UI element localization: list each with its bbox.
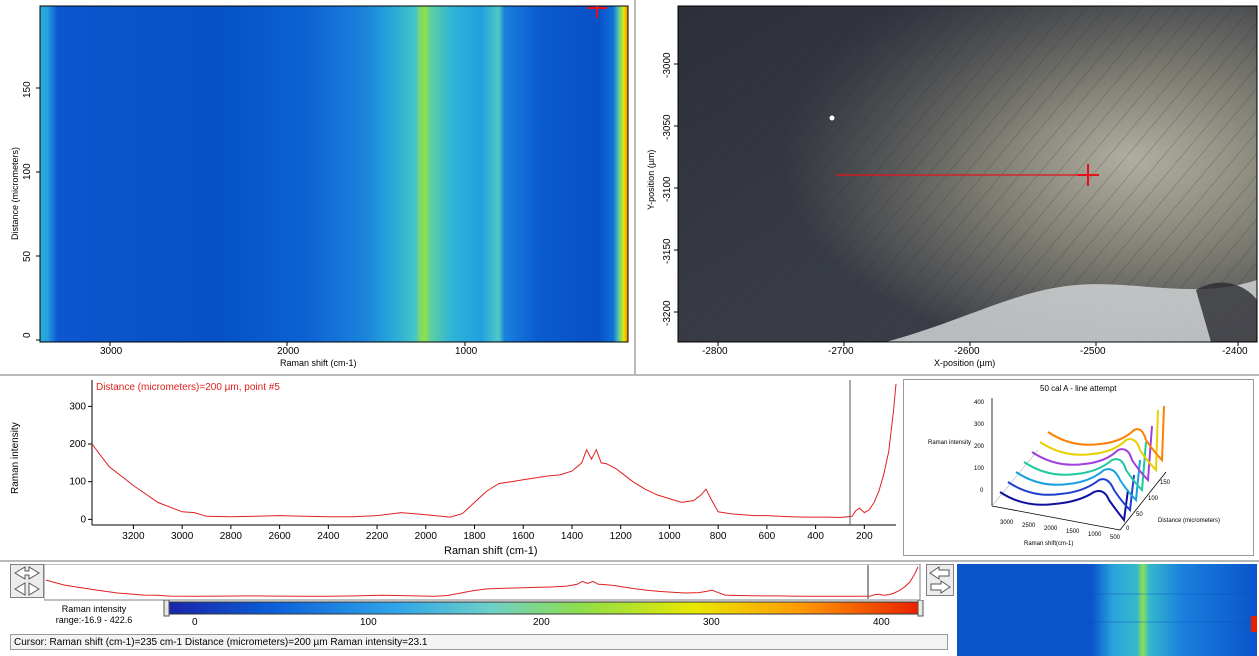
waterfall-ytick-label: 300 <box>974 422 985 428</box>
heatmap-ytick-label: 150 <box>22 81 33 98</box>
image-y-ticks <box>674 63 678 313</box>
colorbar-tick-label: 100 <box>360 617 377 628</box>
heatmap-xtick-label: 2000 <box>277 346 300 357</box>
spectrum-x-tick-label: 600 <box>759 531 776 542</box>
overview-spectrum-svg[interactable] <box>44 564 924 604</box>
spectrum-ylabel: Raman intensity <box>10 422 21 494</box>
spectrum-x-tick-labels: 3200 3000 2800 2600 2400 2200 2000 1800 1600 1400… <box>122 531 873 542</box>
arrow-icon <box>929 566 951 594</box>
spectrum-panel: 3200 3000 2800 2600 2400 2200 2000 1800 1600 1400… <box>0 376 900 560</box>
expand-left-button[interactable] <box>10 564 44 598</box>
spectrum-x-tick-label: 1800 <box>463 531 486 542</box>
spectrum-y-tick-label: 100 <box>69 477 86 488</box>
heatmap-xtick-label: 1000 <box>455 346 478 357</box>
spectrum-x-tick-label: 200 <box>856 531 873 542</box>
image-ytick-label: -3050 <box>662 114 673 140</box>
spectrum-annotation: Distance (micrometers)=200 µm, point #5 <box>96 382 280 393</box>
waterfall-ztick-label: 0 <box>1126 526 1130 532</box>
colorbar-min-handle[interactable] <box>163 600 170 617</box>
image-panel: -2800 -2700 -2600 -2500 -2400 X-position… <box>636 0 1259 374</box>
waterfall-xtick-label: 2500 <box>1022 523 1036 529</box>
colorbar-gradient <box>167 601 921 615</box>
waterfall-ytick-label: 400 <box>974 400 985 406</box>
image-xtick-label: -2500 <box>1080 346 1106 357</box>
double-arrow-icon <box>14 566 40 596</box>
waterfall-ytick-label: 200 <box>974 444 985 450</box>
waterfall-ztick-label: 50 <box>1136 512 1143 518</box>
image-xtick-label: -2700 <box>828 346 854 357</box>
spectrum-x-tick-label: 1400 <box>561 531 584 542</box>
waterfall-panel[interactable]: 50 cal A - line attempt 400 300 200 100 … <box>903 379 1254 556</box>
spectrum-svg[interactable]: 3200 3000 2800 2600 2400 2200 2000 1800 1600 1400… <box>0 376 900 560</box>
image-xtick-label: -2600 <box>954 346 980 357</box>
waterfall-ztick-label: 150 <box>1160 480 1171 486</box>
spectrum-x-tick-label: 800 <box>710 531 727 542</box>
heatmap-svg[interactable] <box>0 0 634 374</box>
waterfall-ytick-label: 0 <box>980 488 984 494</box>
spectrum-x-tick-label: 2400 <box>317 531 340 542</box>
mini-heatmap-image <box>957 564 1257 656</box>
spectrum-x-tick-label: 400 <box>807 531 824 542</box>
spectrum-xlabel: Raman shift (cm-1) <box>444 545 538 557</box>
status-bar: Cursor: Raman shift (cm-1)=235 cm-1 Dist… <box>10 634 948 650</box>
image-xtick-label: -2400 <box>1222 346 1248 357</box>
heatmap-ylabel: Distance (micrometers) <box>10 146 20 240</box>
waterfall-zlabel: Distance (micrometers) <box>1158 518 1221 524</box>
spectrum-x-tick-label: 2800 <box>220 531 243 542</box>
colorbar-tick-label: 300 <box>703 617 720 628</box>
heatmap-xtick-label: 3000 <box>100 346 123 357</box>
waterfall-xtick-label: 2000 <box>1044 526 1058 532</box>
spectrum-x-tick-label: 1200 <box>610 531 633 542</box>
colorbar-tick-label: 400 <box>873 617 890 628</box>
waterfall-xtick-label: 1000 <box>1088 532 1102 538</box>
spectrum-x-tick-label: 2600 <box>268 531 291 542</box>
mini-heatmap-svg[interactable] <box>957 564 1257 656</box>
colorbar-tick-label: 0 <box>192 617 198 628</box>
image-xtick-label: -2800 <box>702 346 728 357</box>
heatmap-y-ticks <box>36 87 40 341</box>
image-ytick-label: -3150 <box>662 238 673 264</box>
image-ytick-label: -3200 <box>662 300 673 326</box>
waterfall-ytick-label: 100 <box>974 466 985 472</box>
image-xlabel: X-position (µm) <box>934 358 996 368</box>
spectrum-x-tick-label: 3000 <box>171 531 194 542</box>
heatmap-image <box>40 6 628 342</box>
spectrum-x-ticks <box>132 525 865 529</box>
spectrum-x-tick-label: 2200 <box>366 531 389 542</box>
heatmap-panel: 3000 2000 1000 Raman shift (cm-1) 0 50 1… <box>0 0 634 374</box>
image-svg[interactable] <box>636 0 1259 374</box>
horizontal-splitter-2[interactable] <box>0 560 1259 562</box>
spectrum-x-tick-label: 1000 <box>658 531 681 542</box>
image-ylabel: Y-position (µm) <box>646 149 656 210</box>
spectrum-x-tick-label: 3200 <box>122 531 145 542</box>
colorbar-max-handle[interactable] <box>917 600 924 617</box>
colorbar-range-label: Raman intensity range:-16.9 - 422.6 <box>55 604 133 625</box>
spectrum-x-tick-label: 2000 <box>415 531 438 542</box>
waterfall-ztick-label: 100 <box>1148 496 1159 502</box>
waterfall-xtick-label: 3000 <box>1000 520 1014 526</box>
heatmap-xlabel: Raman shift (cm-1) <box>280 358 357 368</box>
spectrum-y-tick-label: 300 <box>69 401 86 412</box>
waterfall-xlabel: Raman shift(cm-1) <box>1024 541 1074 547</box>
image-ytick-label: -3000 <box>662 52 673 78</box>
waterfall-xtick-label: 500 <box>1110 535 1121 541</box>
spectrum-y-tick-label: 0 <box>80 514 86 525</box>
image-ytick-label: -3100 <box>662 176 673 202</box>
heatmap-ytick-label: 100 <box>22 163 33 180</box>
heatmap-ytick-label: 0 <box>22 332 33 338</box>
spectrum-y-tick-labels: 0 100 200 300 <box>69 401 86 525</box>
heatmap-ytick-label: 50 <box>22 250 33 262</box>
colorbar-tick-label: 200 <box>533 617 550 628</box>
waterfall-ylabel: Raman intensity <box>928 440 972 446</box>
spectrum-x-tick-label: 1600 <box>512 531 535 542</box>
spectrum-y-tick-label: 200 <box>69 439 86 450</box>
expand-right-button[interactable] <box>926 564 954 596</box>
cursor-readout: Cursor: Raman shift (cm-1)=235 cm-1 Dist… <box>14 637 428 648</box>
waterfall-xtick-label: 1500 <box>1066 529 1080 535</box>
spectrum-y-ticks <box>88 405 92 520</box>
